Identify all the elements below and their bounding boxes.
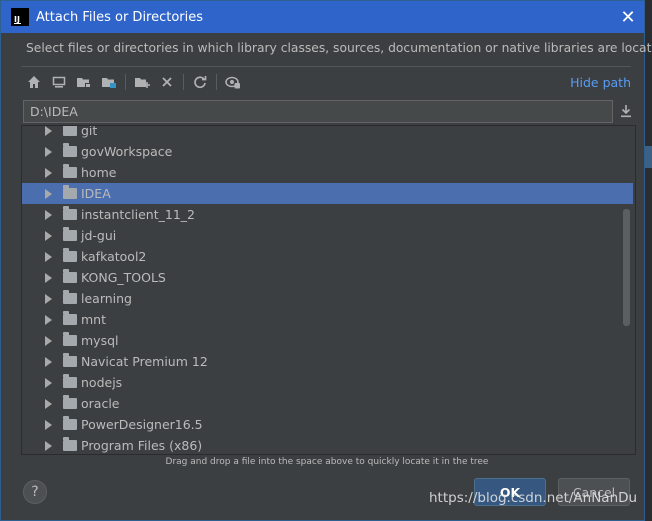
folder-icon (63, 395, 77, 409)
folder-icon (63, 126, 77, 136)
dialog-title: Attach Files or Directories (36, 9, 204, 25)
folder-icon (63, 269, 77, 283)
expand-arrow-icon[interactable] (45, 126, 52, 136)
intellij-app-icon: IJ (11, 8, 29, 26)
tree-item[interactable]: learning (22, 288, 633, 309)
tree-item-label: instantclient_11_2 (81, 207, 195, 222)
tree-item-label: nodejs (81, 375, 123, 390)
delete-icon[interactable] (156, 71, 178, 93)
expand-arrow-icon[interactable] (45, 398, 52, 409)
close-icon[interactable]: ✕ (612, 1, 644, 33)
folder-icon (63, 185, 77, 199)
tree-item[interactable]: Navicat Premium 12 (22, 351, 633, 372)
expand-arrow-icon[interactable] (45, 230, 52, 241)
expand-arrow-icon[interactable] (45, 188, 52, 199)
title-bar: IJ Attach Files or Directories ✕ (1, 1, 644, 33)
tree-item-label: mysql (81, 333, 119, 348)
toolbar-separator (183, 74, 184, 90)
folder-icon (63, 143, 77, 157)
expand-arrow-icon[interactable] (45, 272, 52, 283)
attach-files-dialog: IJ Attach Files or Directories ✕ Select … (0, 0, 652, 521)
divider (21, 66, 631, 67)
folder-icon (63, 290, 77, 304)
folder-icon (63, 227, 77, 241)
tree-item[interactable]: kafkatool2 (22, 246, 633, 267)
tree-item-label: IDEA (81, 186, 111, 201)
expand-arrow-icon[interactable] (45, 419, 52, 430)
dialog-description: Select files or directories in which lib… (26, 41, 652, 55)
show-hidden-icon[interactable] (222, 71, 244, 93)
help-button[interactable]: ? (23, 480, 47, 504)
expand-arrow-icon[interactable] (45, 440, 52, 451)
tree-item[interactable]: mysql (22, 330, 633, 351)
expand-arrow-icon[interactable] (45, 209, 52, 220)
tree-item-label: KONG_TOOLS (81, 270, 166, 285)
tree-item[interactable]: PowerDesigner16.5 (22, 414, 633, 435)
new-folder-icon[interactable] (131, 71, 153, 93)
expand-arrow-icon[interactable] (45, 251, 52, 262)
folder-icon (63, 311, 77, 325)
tree-item[interactable]: Program Files (x86) (22, 435, 633, 454)
tree-item[interactable]: KONG_TOOLS (22, 267, 633, 288)
chooser-toolbar (23, 71, 247, 93)
desktop-icon[interactable] (48, 71, 70, 93)
module-folder-icon[interactable] (98, 71, 120, 93)
expand-arrow-icon[interactable] (45, 335, 52, 346)
path-input[interactable] (23, 100, 613, 123)
tree-item[interactable]: IDEA (22, 183, 633, 204)
tree-item[interactable]: home (22, 162, 633, 183)
tree-item-label: jd-gui (81, 228, 117, 243)
tree-item-label: Program Files (x86) (81, 438, 203, 453)
tree-item[interactable]: govWorkspace (22, 141, 633, 162)
tree-item-label: home (81, 165, 117, 180)
project-folder-icon[interactable] (73, 71, 95, 93)
tree-item-label: govWorkspace (81, 144, 173, 159)
folder-icon (63, 206, 77, 220)
folder-icon (63, 164, 77, 178)
tree-item[interactable]: git (22, 125, 633, 141)
tree-item-label: git (81, 125, 98, 138)
folder-icon (63, 353, 77, 367)
tree-item-label: mnt (81, 312, 106, 327)
expand-arrow-icon[interactable] (45, 167, 52, 178)
tree-item-label: oracle (81, 396, 120, 411)
expand-arrow-icon[interactable] (45, 146, 52, 157)
drag-drop-hint: Drag and drop a file into the space abov… (165, 457, 489, 467)
folder-icon (63, 248, 77, 262)
tree-item[interactable]: mnt (22, 309, 633, 330)
expand-arrow-icon[interactable] (45, 314, 52, 325)
expand-arrow-icon[interactable] (45, 377, 52, 388)
file-tree[interactable]: Program Files (x86) PowerDesigner16.5 orac… (21, 125, 636, 455)
refresh-icon[interactable] (189, 71, 211, 93)
home-icon[interactable] (23, 71, 45, 93)
tree-item[interactable]: jd-gui (22, 225, 633, 246)
folder-icon (63, 374, 77, 388)
tree-item-label: PowerDesigner16.5 (81, 417, 203, 432)
tree-item-label: kafkatool2 (81, 249, 147, 264)
folder-icon (63, 416, 77, 430)
expand-arrow-icon[interactable] (45, 293, 52, 304)
tree-item[interactable]: nodejs (22, 372, 633, 393)
toolbar-separator (216, 74, 217, 90)
expand-arrow-icon[interactable] (45, 356, 52, 367)
tree-scrollbar[interactable] (623, 209, 630, 326)
toolbar-separator (125, 74, 126, 90)
folder-icon (63, 332, 77, 346)
tree-item[interactable]: oracle (22, 393, 633, 414)
tree-item-label: learning (81, 291, 132, 306)
folder-icon (63, 437, 77, 451)
watermark: https://blog.csdn.net/AnNanDu (429, 490, 638, 506)
tree-item[interactable]: instantclient_11_2 (22, 204, 633, 225)
hide-path-link[interactable]: Hide path (570, 75, 631, 90)
tree-item-label: Navicat Premium 12 (81, 354, 208, 369)
background-window-strip (645, 146, 652, 168)
download-icon[interactable] (616, 101, 636, 121)
